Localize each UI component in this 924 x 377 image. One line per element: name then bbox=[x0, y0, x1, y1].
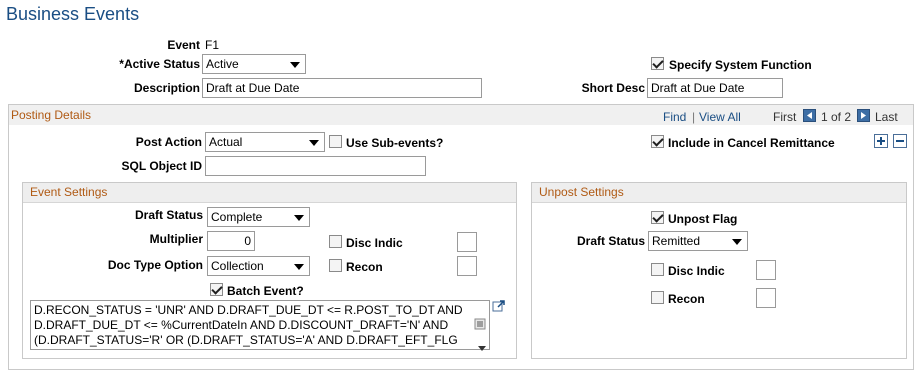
next-icon[interactable] bbox=[857, 109, 870, 122]
unpost-draft-status-value: Remitted bbox=[652, 234, 701, 248]
short-desc-label: Short Desc bbox=[581, 81, 645, 95]
page-title: Business Events bbox=[6, 4, 140, 24]
short-desc-field[interactable]: Draft at Due Date bbox=[647, 78, 783, 98]
disc-indic-checkbox[interactable] bbox=[329, 235, 342, 248]
description-label: Description bbox=[133, 81, 200, 95]
recon-prompt-box[interactable] bbox=[457, 256, 477, 276]
unpost-draft-status-label: Draft Status bbox=[576, 234, 645, 248]
unpost-flag-checkbox[interactable] bbox=[651, 211, 664, 224]
last-label: Last bbox=[875, 110, 898, 124]
unpost-recon-prompt-box[interactable] bbox=[756, 288, 776, 308]
batch-event-label: Batch Event? bbox=[227, 284, 304, 298]
multiplier-field[interactable]: 0 bbox=[207, 231, 255, 251]
sql-object-label: SQL Object ID bbox=[121, 159, 202, 173]
unpost-recon-label: Recon bbox=[668, 292, 705, 306]
posting-details-header: Posting Details bbox=[11, 108, 92, 122]
sql-where-textarea[interactable]: D.RECON_STATUS = 'UNR' AND D.DRAFT_DUE_D… bbox=[30, 300, 490, 350]
doc-type-option-value: Collection bbox=[211, 259, 264, 273]
find-link[interactable]: Find bbox=[663, 110, 686, 124]
include-cancel-remittance-checkbox[interactable] bbox=[651, 135, 664, 148]
description-field[interactable]: Draft at Due Date bbox=[202, 78, 482, 98]
chevron-down-icon bbox=[294, 215, 304, 221]
chevron-down-icon bbox=[294, 264, 304, 270]
post-action-select[interactable]: Actual bbox=[205, 132, 325, 152]
unpost-recon-checkbox[interactable] bbox=[651, 291, 664, 304]
disc-indic-prompt-box[interactable] bbox=[457, 232, 477, 252]
chevron-down-icon bbox=[290, 62, 300, 68]
page-counter: 1 of 2 bbox=[821, 110, 852, 124]
draft-status-value: Complete bbox=[211, 210, 263, 224]
doc-type-option-select[interactable]: Collection bbox=[207, 256, 310, 276]
sql-line: (D.DRAFT_STATUS='R' OR (D.DRAFT_STATUS='… bbox=[34, 333, 458, 347]
link-separator: | bbox=[692, 110, 696, 124]
unpost-disc-indic-checkbox[interactable] bbox=[651, 263, 664, 276]
use-subevents-label: Use Sub-events? bbox=[346, 136, 444, 150]
previous-icon[interactable] bbox=[803, 109, 816, 122]
disc-indic-label: Disc Indic bbox=[346, 236, 403, 250]
expand-textarea-icon[interactable] bbox=[492, 299, 506, 313]
post-action-value: Actual bbox=[209, 135, 243, 149]
sql-object-field[interactable] bbox=[205, 156, 426, 176]
active-status-select[interactable]: Active bbox=[202, 54, 306, 74]
unpost-flag-label: Unpost Flag bbox=[668, 212, 738, 226]
specify-system-function-checkbox[interactable] bbox=[651, 57, 664, 70]
draft-status-select[interactable]: Complete bbox=[207, 207, 310, 227]
unpost-draft-status-select[interactable]: Remitted bbox=[648, 231, 748, 251]
active-status-label: *Active Status bbox=[119, 57, 200, 71]
delete-row-icon[interactable] bbox=[893, 134, 907, 148]
event-settings-header: Event Settings bbox=[23, 183, 516, 203]
include-cancel-remittance-label: Include in Cancel Remittance bbox=[668, 136, 835, 150]
scroll-down-icon[interactable] bbox=[478, 341, 486, 355]
sql-line: D.DRAFT_DUE_DT <= %CurrentDateIn AND D.D… bbox=[34, 318, 449, 332]
view-all-link[interactable]: View All bbox=[699, 110, 741, 124]
active-status-value: Active bbox=[206, 57, 239, 71]
recon-label: Recon bbox=[346, 260, 383, 274]
use-subevents-checkbox[interactable] bbox=[329, 135, 342, 148]
draft-status-label: Draft Status bbox=[134, 208, 203, 222]
first-label: First bbox=[773, 110, 797, 124]
event-value: F1 bbox=[205, 38, 220, 52]
batch-event-checkbox[interactable] bbox=[210, 283, 223, 296]
specify-system-function-label: Specify System Function bbox=[669, 58, 812, 72]
unpost-settings-header: Unpost Settings bbox=[532, 183, 906, 203]
chevron-down-icon bbox=[732, 239, 742, 245]
sql-line: D.RECON_STATUS = 'UNR' AND D.DRAFT_DUE_D… bbox=[34, 303, 463, 317]
doc-type-option-label: Doc Type Option bbox=[107, 258, 203, 272]
add-row-icon[interactable] bbox=[874, 134, 888, 148]
multiplier-label: Multiplier bbox=[149, 232, 203, 246]
chevron-down-icon bbox=[309, 140, 319, 146]
scrollbar-handle-icon[interactable] bbox=[473, 318, 487, 330]
unpost-disc-indic-label: Disc Indic bbox=[668, 264, 725, 278]
recon-checkbox[interactable] bbox=[329, 259, 342, 272]
post-action-label: Post Action bbox=[135, 135, 202, 149]
event-label: Event bbox=[167, 38, 200, 52]
unpost-disc-indic-prompt-box[interactable] bbox=[756, 260, 776, 280]
